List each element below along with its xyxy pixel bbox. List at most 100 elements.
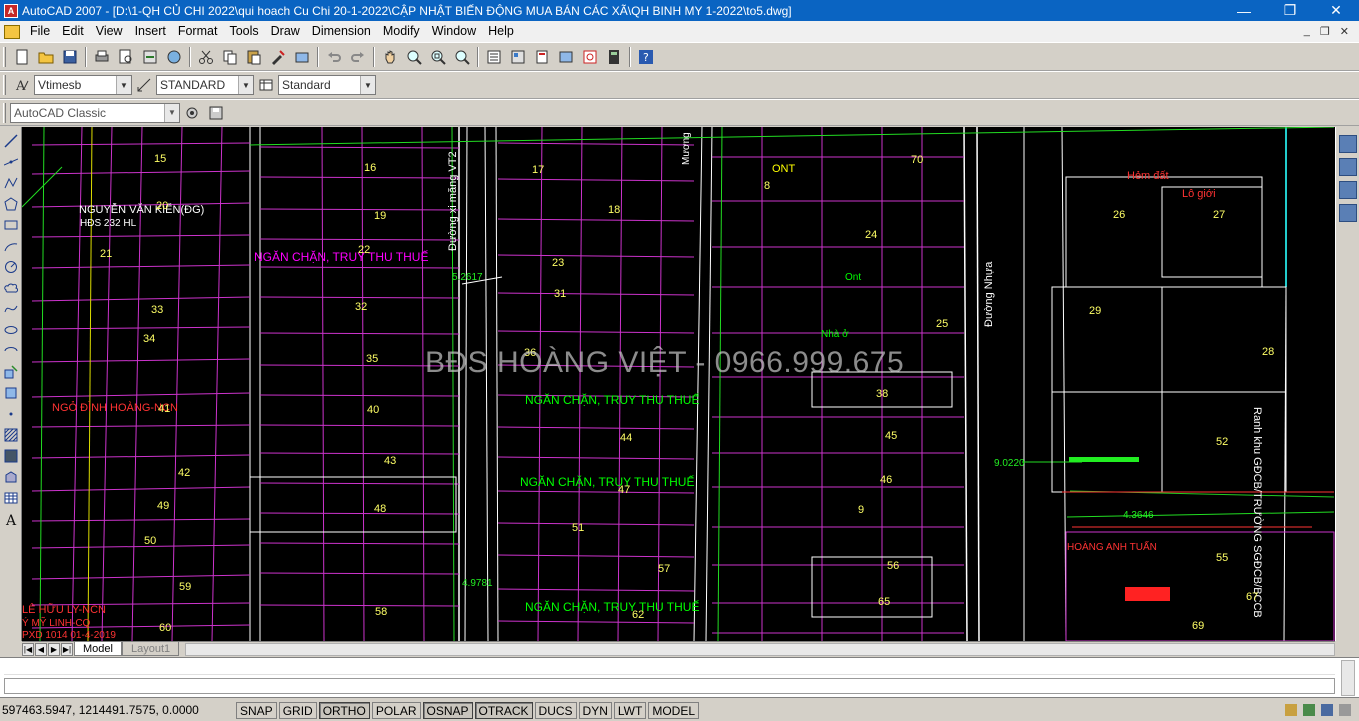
dimension-style-icon[interactable]: [133, 74, 155, 96]
bring-above-icon[interactable]: [1338, 181, 1357, 199]
block-editor-icon[interactable]: [291, 46, 313, 68]
dimension-style-select[interactable]: STANDARD ▼: [156, 75, 254, 95]
tab-model[interactable]: Model: [74, 642, 122, 656]
open-icon[interactable]: [35, 46, 57, 68]
text-style-icon[interactable]: A: [11, 74, 33, 96]
save-workspace-icon[interactable]: [205, 102, 227, 124]
print-icon[interactable]: [91, 46, 113, 68]
command-input[interactable]: [4, 678, 1335, 694]
menu-window[interactable]: Window: [426, 21, 482, 42]
cut-icon[interactable]: [195, 46, 217, 68]
markup-manager-icon[interactable]: [579, 46, 601, 68]
menu-view[interactable]: View: [90, 21, 129, 42]
horizontal-scrollbar[interactable]: [185, 642, 1335, 656]
undo-icon[interactable]: [323, 46, 345, 68]
workspace-select[interactable]: AutoCAD Classic ▼: [10, 102, 180, 123]
next-tab-icon[interactable]: ▶: [48, 642, 60, 656]
circle-icon[interactable]: [2, 257, 20, 276]
bring-to-front-icon[interactable]: [1338, 135, 1357, 153]
hatch-icon[interactable]: [2, 425, 20, 444]
menu-tools[interactable]: Tools: [223, 21, 264, 42]
region-icon[interactable]: [2, 467, 20, 486]
help-icon[interactable]: ?: [635, 46, 657, 68]
chevron-down-icon[interactable]: ▼: [238, 76, 253, 94]
lwt-toggle[interactable]: LWT: [613, 701, 647, 719]
new-icon[interactable]: [11, 46, 33, 68]
table-style-select[interactable]: Standard ▼: [278, 75, 376, 95]
polyline-icon[interactable]: [2, 173, 20, 192]
make-block-icon[interactable]: [2, 383, 20, 402]
communication-icon[interactable]: [1303, 704, 1315, 716]
polar-toggle[interactable]: POLAR: [371, 701, 421, 719]
pan-icon[interactable]: [379, 46, 401, 68]
osnap-toggle[interactable]: OSNAP: [422, 701, 473, 719]
gradient-icon[interactable]: [2, 446, 20, 465]
menu-file[interactable]: File: [24, 21, 56, 42]
close-button[interactable]: ✕: [1313, 0, 1359, 21]
chevron-down-icon[interactable]: ▼: [360, 76, 375, 94]
chevron-down-icon[interactable]: ▼: [164, 103, 179, 122]
ellipse-icon[interactable]: [2, 320, 20, 339]
ducs-toggle[interactable]: DUCS: [534, 701, 577, 719]
polygon-icon[interactable]: [2, 194, 20, 213]
ellipse-arc-icon[interactable]: [2, 341, 20, 360]
zoom-previous-icon[interactable]: [451, 46, 473, 68]
menu-modify[interactable]: Modify: [377, 21, 426, 42]
send-to-back-icon[interactable]: [1338, 158, 1357, 176]
text-style-select[interactable]: Vtimesb ▼: [34, 75, 132, 95]
toolbar-grip[interactable]: [3, 75, 6, 95]
drawing-canvas[interactable]: NGUYỄN VĂN KIỂN(ĐG) HĐS 232 HL NGĂN CHẶN, …: [22, 127, 1335, 641]
menu-format[interactable]: Format: [172, 21, 224, 42]
model-toggle[interactable]: MODEL: [648, 701, 700, 719]
restore-button[interactable]: ❐: [1267, 0, 1313, 21]
revision-cloud-icon[interactable]: [2, 278, 20, 297]
lock-icon[interactable]: [1285, 704, 1297, 716]
redo-icon[interactable]: [347, 46, 369, 68]
menu-draw[interactable]: Draw: [265, 21, 306, 42]
grid-toggle[interactable]: GRID: [278, 701, 317, 719]
publish-icon[interactable]: [139, 46, 161, 68]
command-scrollbar[interactable]: [1341, 660, 1355, 696]
zoom-realtime-icon[interactable]: [403, 46, 425, 68]
sheet-set-manager-icon[interactable]: [555, 46, 577, 68]
tool-palettes-icon[interactable]: [531, 46, 553, 68]
construction-line-icon[interactable]: [2, 152, 20, 171]
spline-icon[interactable]: [2, 299, 20, 318]
otrack-toggle[interactable]: OTRACK: [474, 701, 533, 719]
minimize-button[interactable]: —: [1221, 0, 1267, 21]
copy-icon[interactable]: [219, 46, 241, 68]
zoom-window-icon[interactable]: [427, 46, 449, 68]
send-under-icon[interactable]: [1338, 204, 1357, 222]
snap-toggle[interactable]: SNAP: [236, 701, 277, 719]
table-icon[interactable]: [2, 488, 20, 507]
point-icon[interactable]: [2, 404, 20, 423]
multiline-text-icon[interactable]: A: [2, 509, 20, 528]
chevron-down-icon[interactable]: ▼: [116, 76, 131, 94]
tab-layout1[interactable]: Layout1: [121, 642, 180, 656]
menu-edit[interactable]: Edit: [56, 21, 90, 42]
quickcalc-icon[interactable]: [603, 46, 625, 68]
match-properties-icon[interactable]: [267, 46, 289, 68]
trusted-icon[interactable]: [1321, 704, 1333, 716]
ortho-toggle[interactable]: ORTHO: [318, 701, 370, 719]
workspace-settings-icon[interactable]: [181, 102, 203, 124]
last-tab-icon[interactable]: ▶|: [61, 642, 73, 656]
menu-help[interactable]: Help: [482, 21, 520, 42]
3d-dwf-icon[interactable]: [163, 46, 185, 68]
dyn-toggle[interactable]: DYN: [578, 701, 612, 719]
clean-screen-icon[interactable]: [1339, 704, 1351, 716]
arc-icon[interactable]: [2, 236, 20, 255]
document-icon[interactable]: [4, 24, 20, 39]
plot-preview-icon[interactable]: [115, 46, 137, 68]
rectangle-icon[interactable]: [2, 215, 20, 234]
prev-tab-icon[interactable]: ◀: [35, 642, 47, 656]
first-tab-icon[interactable]: |◀: [22, 642, 34, 656]
mdi-minimize-button[interactable]: _: [1304, 25, 1310, 38]
menu-dimension[interactable]: Dimension: [306, 21, 377, 42]
autocad-app-icon[interactable]: A: [4, 3, 18, 18]
design-center-icon[interactable]: [507, 46, 529, 68]
menu-insert[interactable]: Insert: [129, 21, 172, 42]
coordinate-readout[interactable]: 597463.5947, 1214491.7575, 0.0000: [0, 703, 236, 717]
line-icon[interactable]: [2, 131, 20, 150]
mdi-close-button[interactable]: ✕: [1340, 25, 1349, 38]
